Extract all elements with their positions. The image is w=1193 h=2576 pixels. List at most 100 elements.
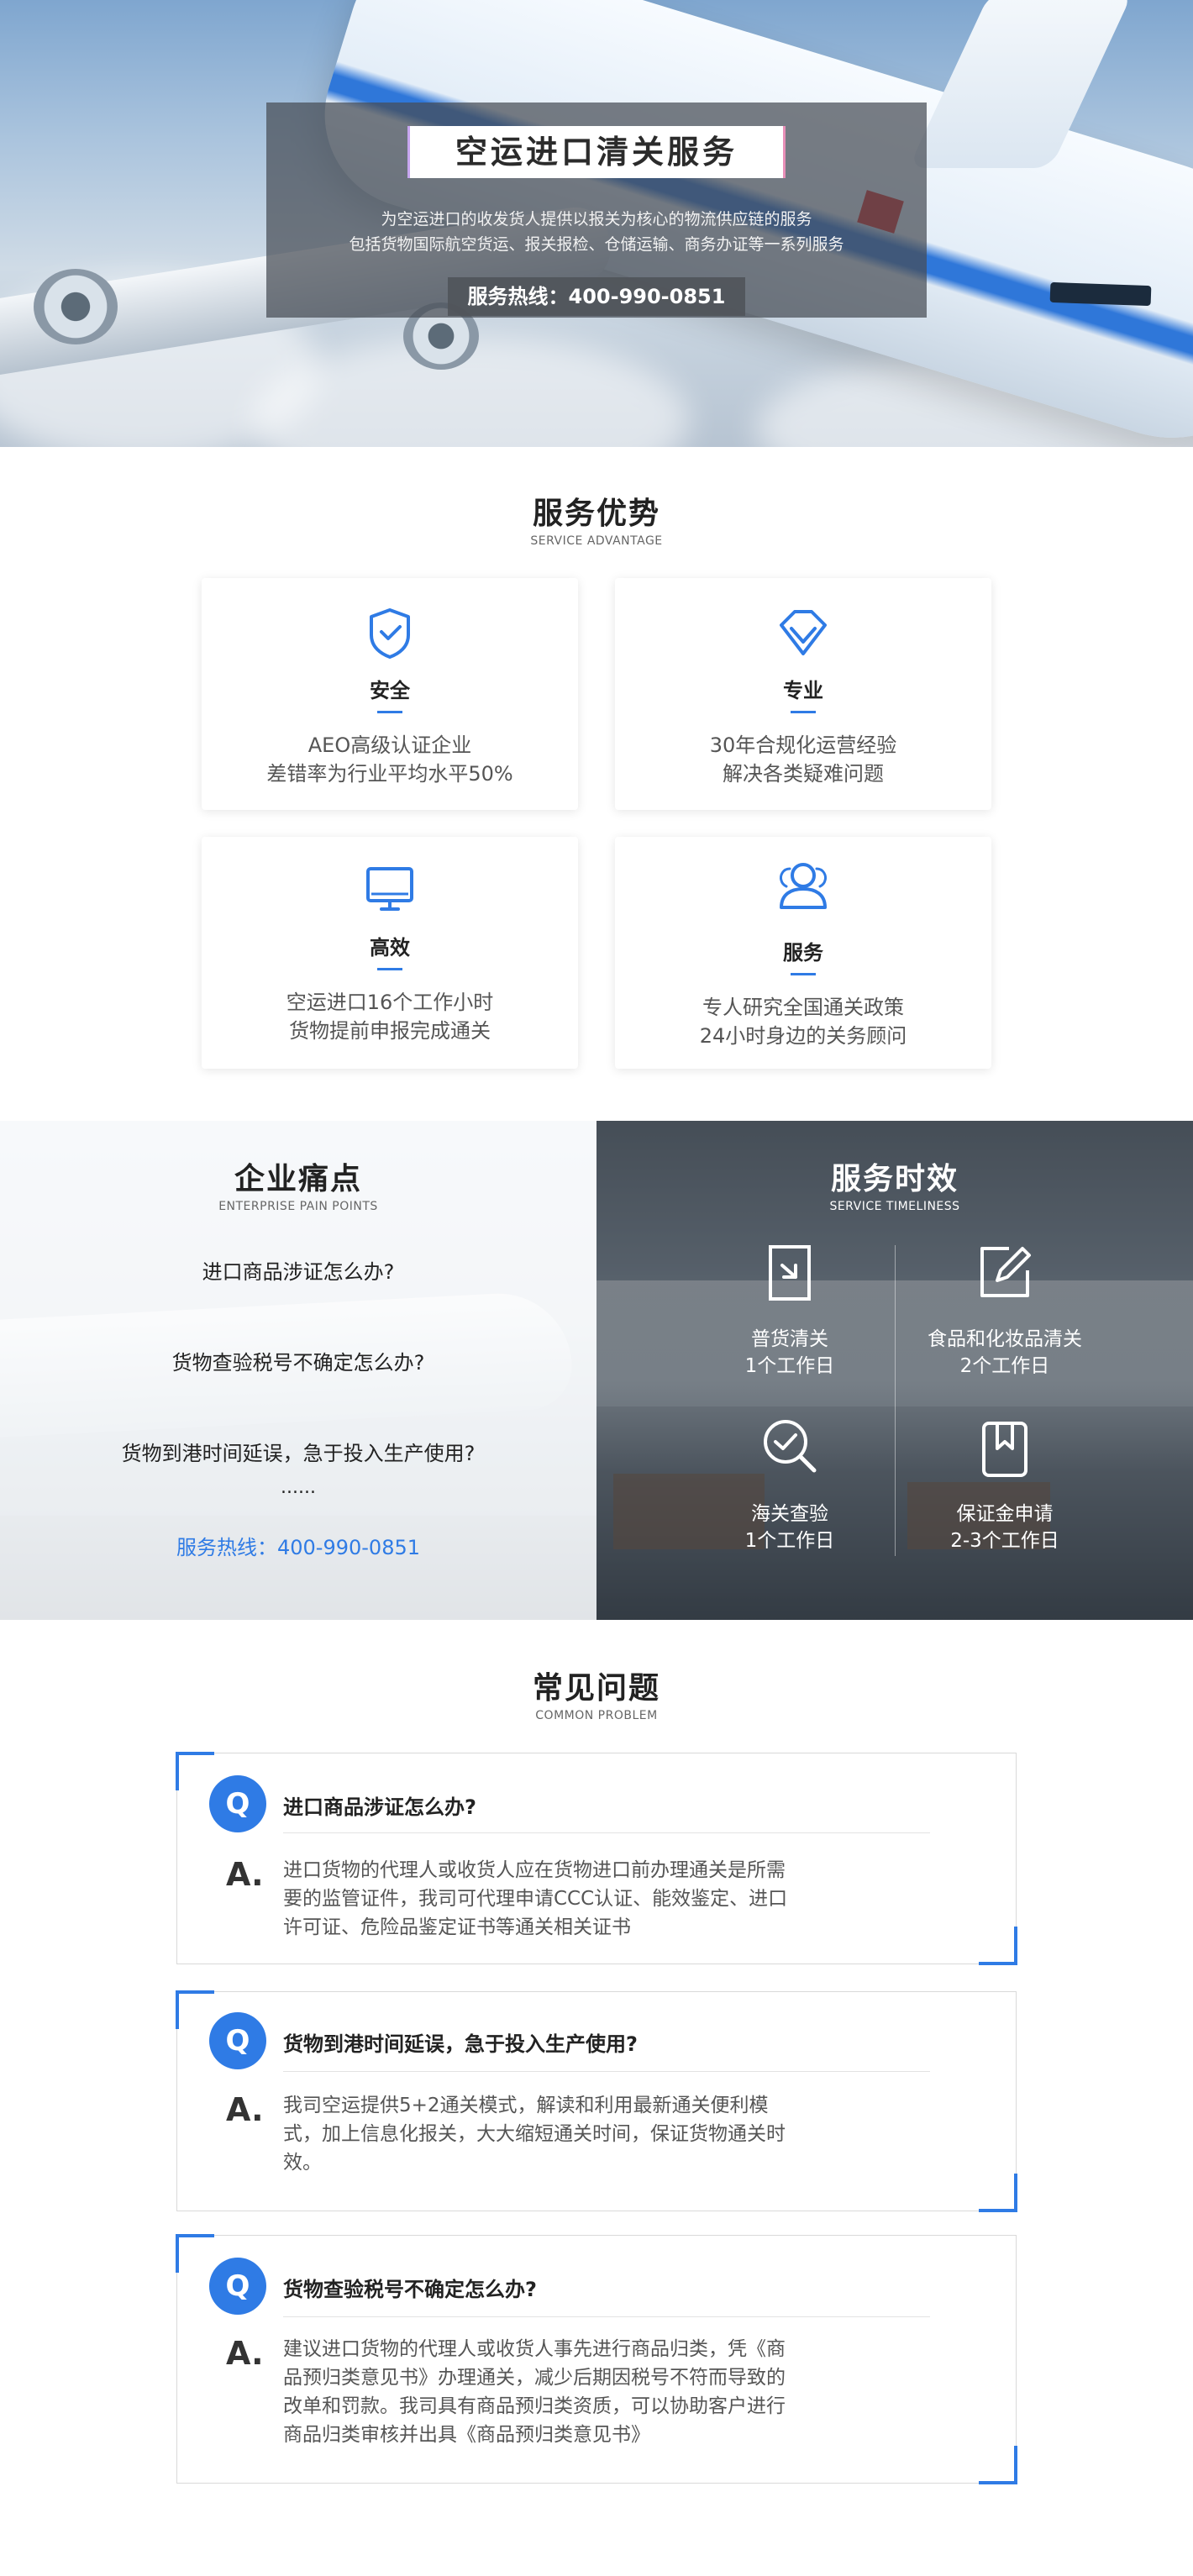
faq-item[interactable]: Q 货物到港时间延误，急于投入生产使用? A. 我司空运提供5+2通关模式，解读… <box>176 1990 1017 2212</box>
faq-question: 进口商品涉证怎么办? <box>283 1795 476 1819</box>
corner-decoration <box>176 1752 214 1790</box>
timeliness-name: 普货清关 <box>751 1328 828 1350</box>
timeliness-item: 海关查验 1个工作日 <box>664 1501 916 1554</box>
faq-answer-line: 品预归类意见书》办理通关，减少后期因税号不符而导致的 <box>283 2367 786 2389</box>
corner-decoration <box>979 2446 1017 2484</box>
faq-answer-line: 效。 <box>283 2152 322 2174</box>
card-divider <box>377 711 402 713</box>
question-badge: Q <box>209 2012 266 2069</box>
faq-question: 货物查验税号不确定怎么办? <box>283 2278 537 2301</box>
card-desc-line: 解决各类疑难问题 <box>723 762 884 786</box>
timeliness-name: 保证金申请 <box>956 1503 1054 1525</box>
card-desc-line: 货物提前申报完成通关 <box>289 1019 491 1043</box>
card-description: 30年合规化运营经验 解决各类疑难问题 <box>615 731 991 788</box>
question-badge: Q <box>209 1775 266 1832</box>
card-description: AEO高级认证企业 差错率为行业平均水平50% <box>202 731 578 788</box>
faq-question: 货物到港时间延误，急于投入生产使用? <box>283 2032 638 2056</box>
card-description: 空运进口16个工作小时 货物提前申报完成通关 <box>202 988 578 1045</box>
timeliness-time: 2个工作日 <box>959 1355 1050 1377</box>
section-title: 服务时效 <box>830 1162 959 1196</box>
faq-item[interactable]: Q 货物查验税号不确定怎么办? A. 建议进口货物的代理人或收货人事先进行商品归… <box>176 2234 1017 2484</box>
bookmark-icon <box>982 1422 1027 1477</box>
card-title: 专业 <box>783 679 823 702</box>
section-heading: 服务时效 SERVICE TIMELINESS <box>596 1154 1193 1213</box>
faq-answer-line: 商品归类审核并出具《商品预归类意见书》 <box>283 2424 650 2446</box>
card-divider <box>377 968 402 970</box>
card-desc-line: 30年合规化运营经验 <box>709 733 897 757</box>
section-heading: 服务优势 SERVICE ADVANTAGE <box>0 489 1193 548</box>
corner-decoration <box>979 2174 1017 2212</box>
answer-badge: A. <box>226 1856 264 1893</box>
ellipsis-text: ...... <box>281 1477 316 1498</box>
monitor-icon <box>366 867 413 911</box>
faq-answer-line: 式，加上信息化报关，大大缩短通关时间，保证货物通关时 <box>283 2123 786 2145</box>
hero-description: 为空运进口的收发货人提供以报关为核心的物流供应链的服务 包括货物国际航空货运、报… <box>266 207 927 257</box>
faq-separator <box>283 2071 930 2072</box>
timeliness-name: 食品和化妆品清关 <box>928 1328 1082 1350</box>
faq-answer-line: 许可证、危险品鉴定证书等通关相关证书 <box>283 1916 631 1938</box>
shield-check-icon <box>370 608 410 659</box>
timeliness-panel: 服务时效 SERVICE TIMELINESS 普货清关 1个工作日 食品和化妆… <box>596 1121 1193 1620</box>
card-title: 高效 <box>370 936 410 959</box>
section-title: 服务优势 <box>532 497 660 531</box>
faq-answer: 进口货物的代理人或收货人应在货物进口前办理通关是所需 要的监管证件，我司可代理申… <box>283 1856 888 1942</box>
timeliness-item: 食品和化妆品清关 2个工作日 <box>879 1326 1131 1380</box>
section-heading: 企业痛点 ENTERPRISE PAIN POINTS <box>0 1154 596 1213</box>
faq-item[interactable]: Q 进口商品涉证怎么办? A. 进口货物的代理人或收货人应在货物进口前办理通关是… <box>176 1752 1017 1965</box>
engine-image <box>34 269 118 344</box>
search-check-icon <box>764 1420 817 1473</box>
corner-decoration <box>176 2234 214 2273</box>
faq-section: 常见问题 COMMON PROBLEM Q 进口商品涉证怎么办? A. 进口货物… <box>0 1664 1193 2484</box>
hero-overlay: 空运进口清关服务 为空运进口的收发货人提供以报关为核心的物流供应链的服务 包括货… <box>266 103 927 318</box>
pain-timeliness-section: 企业痛点 ENTERPRISE PAIN POINTS 进口商品涉证怎么办? 货… <box>0 1121 1193 1620</box>
timeliness-time: 1个工作日 <box>744 1530 835 1552</box>
edit-icon <box>980 1247 1031 1297</box>
hero-banner: 空运进口清关服务 为空运进口的收发货人提供以报关为核心的物流供应链的服务 包括货… <box>0 0 1193 447</box>
corner-decoration <box>979 1927 1017 1965</box>
card-description: 专人研究全国通关政策 24小时身边的关务顾问 <box>615 993 991 1050</box>
pain-question: 货物查验税号不确定怎么办? <box>171 1351 425 1375</box>
document-arrow-icon <box>769 1245 811 1301</box>
answer-badge: A. <box>226 2335 264 2372</box>
users-icon <box>780 863 827 909</box>
advantage-card: 安全 AEO高级认证企业 差错率为行业平均水平50% <box>202 578 578 810</box>
card-desc-line: 空运进口16个工作小时 <box>286 991 494 1014</box>
corner-decoration <box>176 1990 214 2029</box>
card-desc-line: 专人研究全国通关政策 <box>702 996 904 1019</box>
card-divider <box>791 973 816 975</box>
card-title: 服务 <box>783 941 823 965</box>
advantage-card: 服务 专人研究全国通关政策 24小时身边的关务顾问 <box>615 837 991 1069</box>
section-subtitle: SERVICE TIMELINESS <box>829 1200 960 1213</box>
timeliness-item: 普货清关 1个工作日 <box>664 1326 916 1380</box>
advantage-card: 高效 空运进口16个工作小时 货物提前申报完成通关 <box>202 837 578 1069</box>
pain-hotline[interactable]: 服务热线：400-990-0851 <box>0 1531 596 1560</box>
pain-question: 进口商品涉证怎么办? <box>202 1260 395 1284</box>
faq-answer-line: 我司空运提供5+2通关模式，解读和利用最新通关便利模 <box>283 2095 769 2116</box>
cockpit-window <box>1049 281 1152 307</box>
faq-separator <box>283 2316 930 2317</box>
hero-title: 空运进口清关服务 <box>407 126 786 178</box>
card-desc-line: 24小时身边的关务顾问 <box>699 1024 907 1048</box>
timeliness-time: 1个工作日 <box>744 1355 835 1377</box>
pain-points-panel: 企业痛点 ENTERPRISE PAIN POINTS 进口商品涉证怎么办? 货… <box>0 1121 596 1620</box>
faq-answer: 我司空运提供5+2通关模式，解读和利用最新通关便利模 式，加上信息化报关，大大缩… <box>283 2091 888 2177</box>
advantage-card: 专业 30年合规化运营经验 解决各类疑难问题 <box>615 578 991 810</box>
faq-answer-line: 建议进口货物的代理人或收货人事先进行商品归类，凭《商 <box>283 2338 786 2360</box>
section-subtitle: ENTERPRISE PAIN POINTS <box>218 1200 378 1213</box>
card-title: 安全 <box>370 679 410 702</box>
section-heading: 常见问题 COMMON PROBLEM <box>0 1664 1193 1722</box>
hero-hotline[interactable]: 服务热线：400-990-0851 <box>448 277 745 316</box>
timeliness-time: 2-3个工作日 <box>950 1530 1059 1552</box>
answer-badge: A. <box>226 2091 264 2128</box>
faq-separator <box>283 1832 930 1833</box>
hero-desc-line: 包括货物国际航空货运、报关报检、仓储运输、商务办证等一系列服务 <box>349 235 844 254</box>
faq-answer-line: 要的监管证件，我司可代理申请CCC认证、能效鉴定、进口 <box>283 1888 788 1910</box>
card-desc-line: 差错率为行业平均水平50% <box>266 762 513 786</box>
card-desc-line: AEO高级认证企业 <box>307 733 472 757</box>
section-title: 常见问题 <box>532 1671 660 1706</box>
faq-answer: 建议进口货物的代理人或收货人事先进行商品归类，凭《商 品预归类意见书》办理通关，… <box>283 2335 888 2449</box>
question-badge: Q <box>209 2258 266 2315</box>
timeliness-item: 保证金申请 2-3个工作日 <box>879 1501 1131 1554</box>
service-advantage-section: 服务优势 SERVICE ADVANTAGE 安全 AEO高级认证企业 差错率为… <box>0 489 1193 1069</box>
timeliness-name: 海关查验 <box>751 1503 828 1525</box>
